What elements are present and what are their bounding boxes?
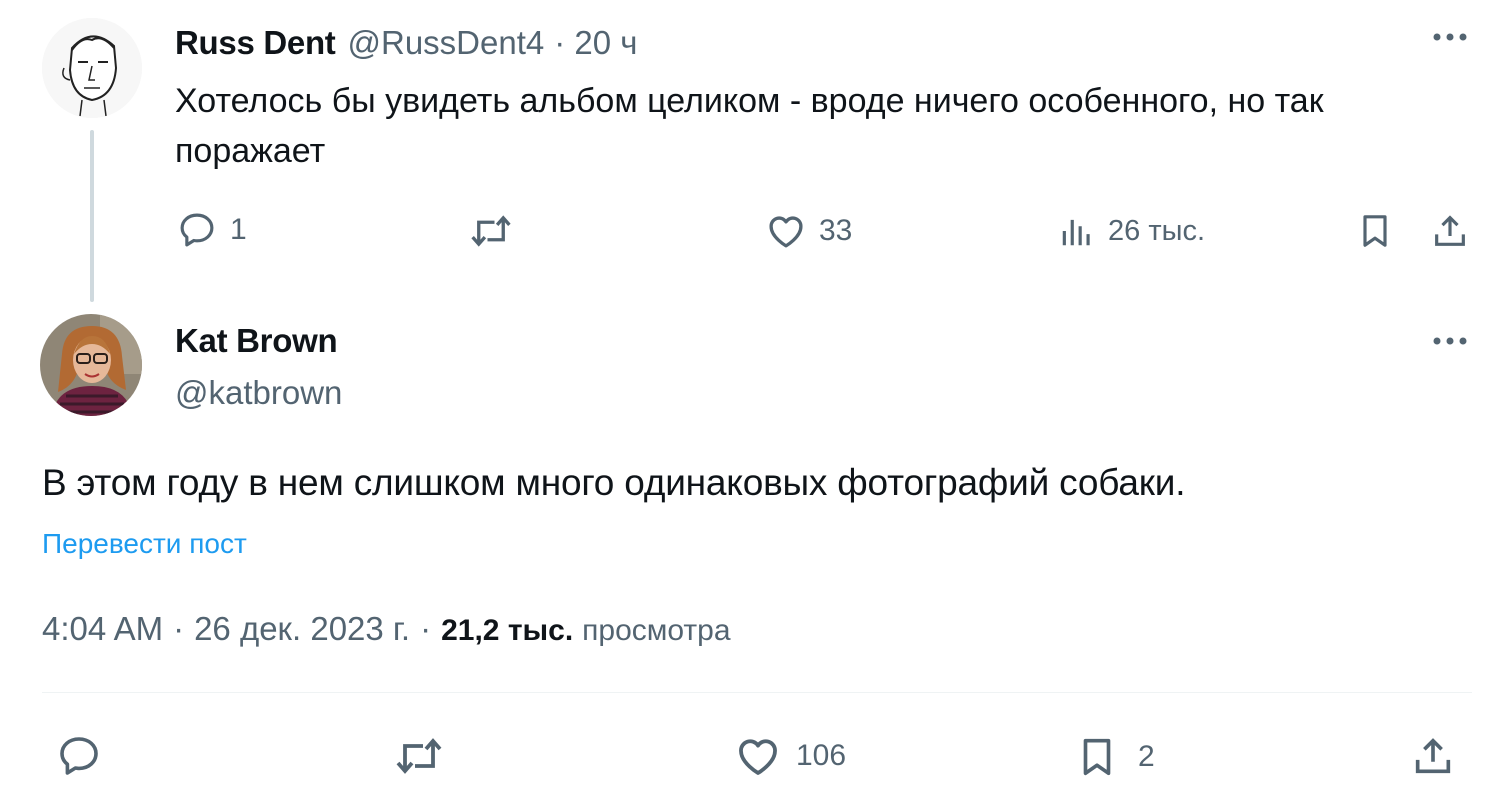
like-button[interactable]: 33 [765, 210, 852, 252]
reply-text: Хотелось бы увидеть альбом целиком - вро… [175, 82, 1324, 170]
like-button[interactable]: 106 [734, 732, 846, 780]
post-meta: 4:04 AM · 26 дек. 2023 г. · 21,2 тыс. пр… [42, 610, 731, 648]
like-icon [739, 739, 777, 775]
avatar[interactable] [42, 18, 142, 118]
separator: · [420, 610, 432, 647]
more-icon[interactable] [1432, 334, 1468, 352]
share-icon [1415, 738, 1451, 774]
reply-icon [60, 737, 98, 775]
author-handle[interactable]: @katbrown [175, 374, 342, 412]
bookmark-icon [1363, 215, 1387, 247]
author-name[interactable]: Russ Dent [175, 24, 336, 62]
more-icon[interactable] [1432, 30, 1468, 48]
divider [42, 692, 1472, 693]
views-button[interactable]: 26 тыс. [1058, 212, 1205, 250]
post-date[interactable]: 26 дек. 2023 г. [194, 610, 410, 648]
views-icon [1062, 219, 1090, 246]
reply-count: 1 [230, 213, 247, 246]
bookmark-icon [1083, 738, 1111, 776]
author-name[interactable]: Kat Brown [175, 322, 338, 360]
like-count: 106 [796, 739, 847, 772]
repost-button[interactable] [468, 210, 526, 252]
thread-line [90, 130, 94, 302]
views-count: 26 тыс. [1108, 214, 1205, 247]
views-label: просмотра [582, 614, 731, 647]
share-icon [1435, 215, 1465, 246]
reply-button[interactable]: 1 [176, 209, 247, 251]
repost-icon [471, 215, 511, 247]
repost-icon [396, 738, 442, 774]
separator: · [173, 610, 185, 647]
translate-link[interactable]: Перевести пост [42, 528, 247, 560]
views-count: 21,2 тыс. [441, 614, 574, 647]
repost-button[interactable] [392, 732, 446, 780]
author-handle[interactable]: @RussDent4 [348, 24, 545, 62]
post-text: В этом году в нем слишком много одинаков… [42, 462, 1186, 503]
timestamp[interactable]: · 20 ч [554, 24, 637, 62]
share-button[interactable] [1430, 210, 1470, 257]
avatar[interactable] [40, 314, 142, 416]
like-count: 33 [819, 214, 853, 247]
bookmark-count: 2 [1138, 740, 1155, 773]
bookmark-button[interactable]: 2 [1074, 732, 1155, 782]
post-time[interactable]: 4:04 AM [42, 610, 163, 648]
reply-icon [180, 213, 214, 247]
reply-header: Russ Dent @RussDent4 · 20 ч [175, 24, 637, 62]
reply-button[interactable] [55, 732, 103, 780]
like-icon [769, 216, 803, 248]
share-button[interactable] [1410, 732, 1456, 785]
bookmark-button[interactable] [1355, 210, 1395, 257]
